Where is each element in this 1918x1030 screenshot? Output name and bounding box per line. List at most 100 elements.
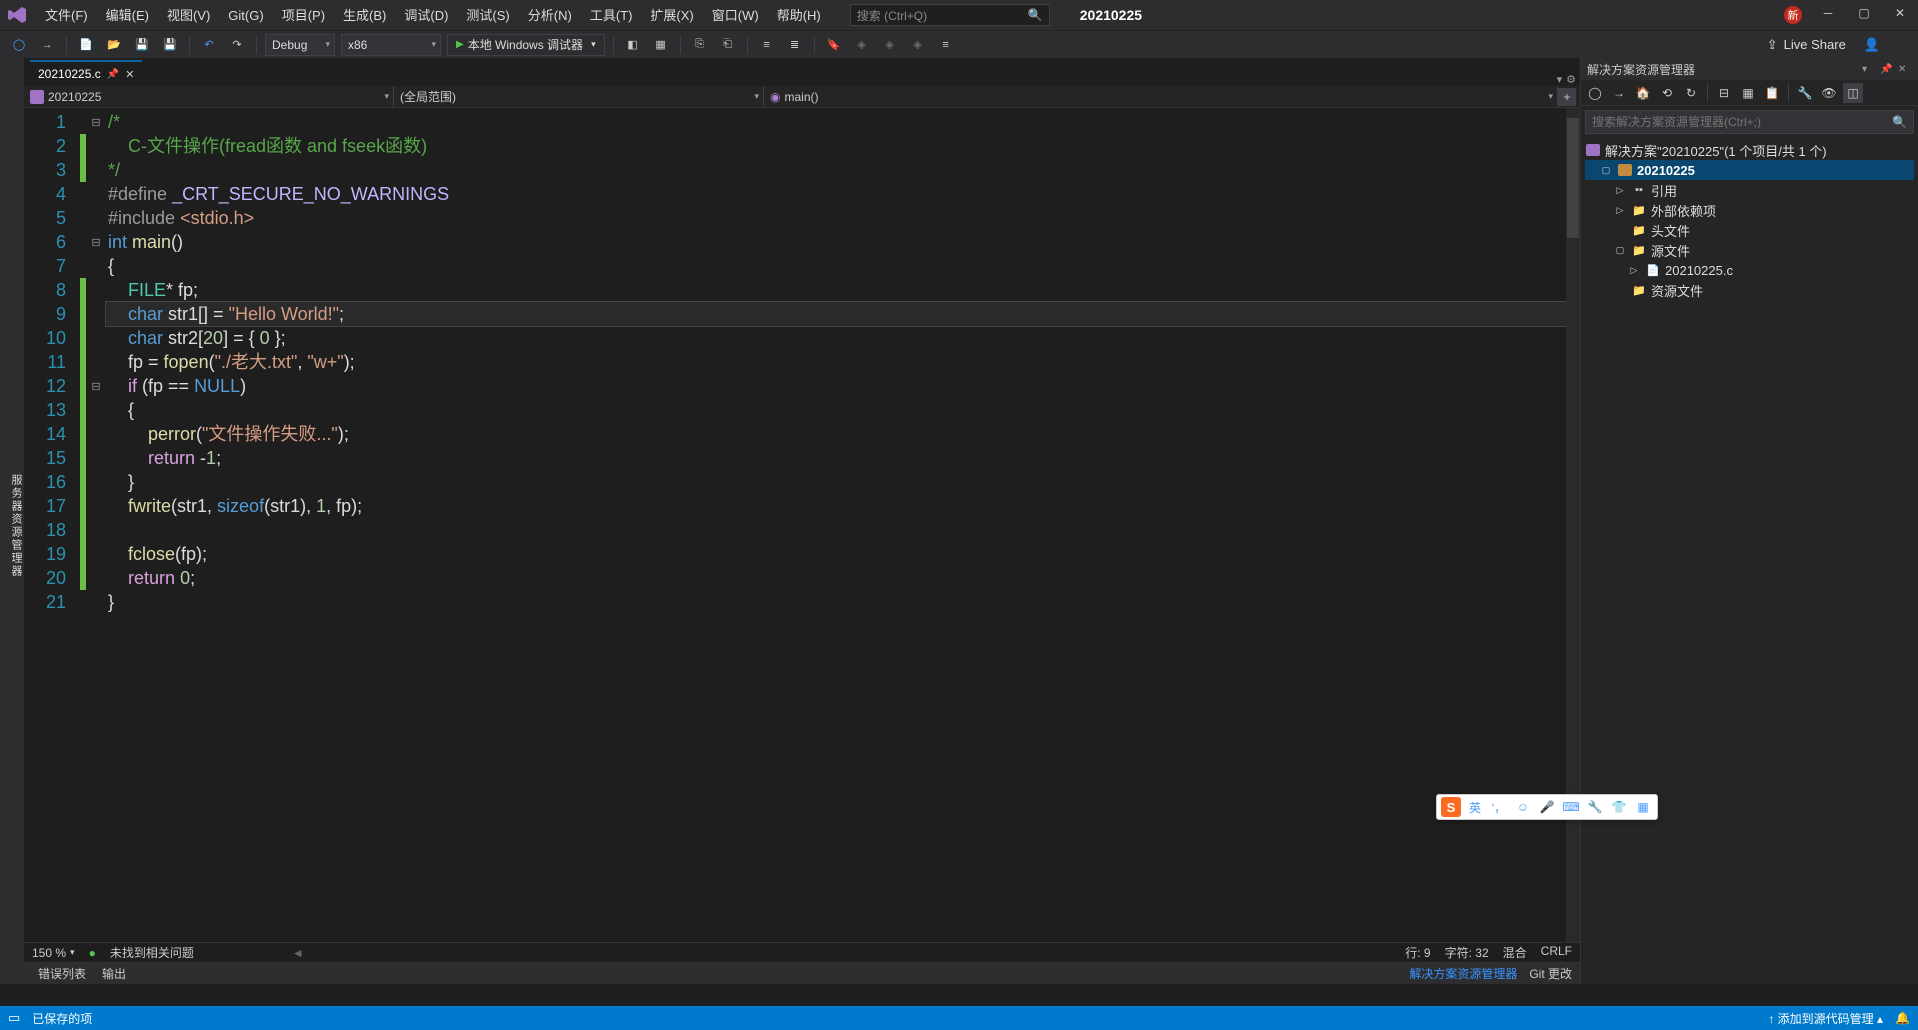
menu-工具t[interactable]: 工具(T) — [581, 4, 642, 27]
platform-dropdown[interactable]: x86 — [341, 34, 441, 56]
tree-refs[interactable]: ▷▪▪引用 — [1585, 180, 1914, 200]
menu-扩展x[interactable]: 扩展(X) — [641, 4, 702, 27]
search-box[interactable]: 搜索 (Ctrl+Q) 🔍 — [850, 4, 1050, 26]
nav-fwd-button[interactable]: → — [36, 34, 58, 56]
menu-帮助h[interactable]: 帮助(H) — [768, 4, 830, 27]
tree-sources[interactable]: ▢📁源文件 — [1585, 240, 1914, 260]
tab-errorlist[interactable]: 错误列表 — [30, 963, 94, 984]
sol-refresh-icon[interactable]: ↻ — [1681, 83, 1701, 103]
sol-back-icon[interactable]: ◯ — [1585, 83, 1605, 103]
menu-窗口w[interactable]: 窗口(W) — [703, 4, 768, 27]
ime-keyboard-icon[interactable]: ⌨ — [1561, 797, 1581, 817]
sol-collapse-icon[interactable]: ⊟ — [1714, 83, 1734, 103]
zoom-level[interactable]: 150 % ▾ — [32, 946, 75, 960]
pin-icon[interactable]: 📌 — [107, 69, 119, 80]
tool-icon-4[interactable]: ⎗ — [717, 34, 739, 56]
tree-source-file[interactable]: ▷📄20210225.c — [1585, 260, 1914, 280]
sol-copy-icon[interactable]: 📋 — [1762, 83, 1782, 103]
config-dropdown[interactable]: Debug — [265, 34, 335, 56]
close-button[interactable]: ✕ — [1890, 6, 1910, 24]
sol-pin-icon[interactable]: 📌 — [1880, 64, 1894, 75]
status-bell-icon[interactable]: 🔔 — [1895, 1011, 1910, 1025]
ime-punct-icon[interactable]: '， — [1489, 797, 1509, 817]
bookmark-icon[interactable]: 🔖 — [823, 34, 845, 56]
sogou-logo-icon[interactable]: S — [1441, 797, 1461, 817]
tab-dropdown-icon[interactable]: ▾ — [1557, 73, 1563, 86]
ime-grid-icon[interactable]: ▦ — [1633, 797, 1653, 817]
breadcrumb-scope[interactable]: (全局范围) — [394, 86, 764, 107]
eol-mode[interactable]: CRLF — [1541, 944, 1572, 961]
minimize-button[interactable]: ─ — [1818, 6, 1838, 24]
ime-voice-icon[interactable]: 🎤 — [1537, 797, 1557, 817]
project-name: 20210225 — [1080, 7, 1142, 23]
tool-icon-1[interactable]: ◧ — [622, 34, 644, 56]
menu-视图v[interactable]: 视图(V) — [158, 4, 219, 27]
sol-fwd-icon[interactable]: → — [1609, 83, 1629, 103]
sol-close-icon[interactable]: ✕ — [1898, 64, 1912, 75]
menu-分析n[interactable]: 分析(N) — [519, 4, 581, 27]
menu-文件f[interactable]: 文件(F) — [36, 4, 97, 27]
solution-search-input[interactable] — [1592, 115, 1892, 129]
ime-lang[interactable]: 英 — [1465, 797, 1485, 817]
breadcrumb-module[interactable]: 20210225 — [24, 86, 394, 107]
split-editor-button[interactable]: + — [1558, 88, 1576, 106]
menu-调试d[interactable]: 调试(D) — [395, 4, 457, 27]
tool-icon-3[interactable]: ⎘ — [689, 34, 711, 56]
menu-gitg[interactable]: Git(G) — [219, 4, 272, 27]
tool-icon-8[interactable]: ◈ — [879, 34, 901, 56]
menu-项目p[interactable]: 项目(P) — [273, 4, 334, 27]
new-file-button[interactable]: 📄 — [75, 34, 97, 56]
ime-tool-icon[interactable]: 🔧 — [1585, 797, 1605, 817]
tab-git-changes[interactable]: Git 更改 — [1529, 965, 1572, 982]
ime-emoji-icon[interactable]: ☺ — [1513, 797, 1533, 817]
indent-mode[interactable]: 混合 — [1503, 944, 1527, 961]
tool-icon-7[interactable]: ◈ — [851, 34, 873, 56]
tab-close-icon[interactable]: ✕ — [125, 68, 134, 81]
menu-测试s[interactable]: 测试(S) — [457, 4, 518, 27]
ime-skin-icon[interactable]: 👕 — [1609, 797, 1629, 817]
tree-resources[interactable]: 📁资源文件 — [1585, 280, 1914, 300]
status-add-source[interactable]: ↑ 添加到源代码管理 ▴ — [1768, 1010, 1883, 1027]
breadcrumb-function[interactable]: ◉ main() — [764, 86, 1558, 107]
hscroll-l[interactable]: ◄ — [208, 946, 388, 960]
sol-sync-icon[interactable]: ⟲ — [1657, 83, 1677, 103]
nav-back-button[interactable]: ◯ — [8, 34, 30, 56]
redo-button[interactable]: ↷ — [226, 34, 248, 56]
solution-search[interactable]: 🔍 — [1585, 110, 1914, 134]
sol-home-icon[interactable]: 🏠 — [1633, 83, 1653, 103]
tree-headers[interactable]: 📁头文件 — [1585, 220, 1914, 240]
code-content[interactable]: /* C-文件操作(fread函数 and fseek函数)*/#define … — [106, 108, 1580, 942]
menu-生成b[interactable]: 生成(B) — [334, 4, 395, 27]
start-debug-button[interactable]: ▶ 本地 Windows 调试器 ▾ — [447, 34, 605, 56]
maximize-button[interactable]: ▢ — [1854, 6, 1874, 24]
sol-showall-icon[interactable]: ▦ — [1738, 83, 1758, 103]
ime-toolbar[interactable]: S 英 '， ☺ 🎤 ⌨ 🔧 👕 ▦ — [1436, 794, 1658, 820]
tab-output[interactable]: 输出 — [94, 963, 134, 984]
tab-settings-icon[interactable]: ⚙ — [1566, 73, 1576, 86]
liveshare-button[interactable]: ⇪ Live Share 👤 — [1767, 37, 1910, 53]
sol-view-icon[interactable]: ◫ — [1843, 83, 1863, 103]
save-all-button[interactable]: 💾 — [159, 34, 181, 56]
tree-solution-root[interactable]: 解决方案"20210225"(1 个项目/共 1 个) — [1585, 140, 1914, 160]
tool-icon-5[interactable]: ≡ — [756, 34, 778, 56]
code-editor[interactable]: 123456789101112131415161718192021 ⊟⊟⊟ /*… — [24, 108, 1580, 942]
scroll-thumb[interactable] — [1567, 118, 1579, 238]
tab-solution-explorer[interactable]: 解决方案资源管理器 — [1409, 965, 1517, 982]
open-button[interactable]: 📂 — [103, 34, 125, 56]
file-tab-active[interactable]: 20210225.c 📌 ✕ — [30, 60, 142, 86]
tree-project[interactable]: ▢ 20210225 — [1585, 160, 1914, 180]
undo-button[interactable]: ↶ — [198, 34, 220, 56]
sol-prop-icon[interactable]: 🔧 — [1795, 83, 1815, 103]
sol-dropdown-icon[interactable]: ▾ — [1862, 64, 1876, 75]
menu-编辑e[interactable]: 编辑(E) — [97, 4, 158, 27]
tool-icon-9[interactable]: ◈ — [907, 34, 929, 56]
tool-icon-6[interactable]: ≣ — [784, 34, 806, 56]
tool-icon-10[interactable]: ≡ — [935, 34, 957, 56]
solution-explorer: 解决方案资源管理器 ▾ 📌 ✕ ◯ → 🏠 ⟲ ↻ ⊟ ▦ 📋 🔧 👁 ◫ 🔍 — [1580, 58, 1918, 984]
tree-ext-deps[interactable]: ▷📁外部依赖项 — [1585, 200, 1914, 220]
save-button[interactable]: 💾 — [131, 34, 153, 56]
new-badge[interactable]: 新 — [1784, 6, 1802, 24]
tool-icon-2[interactable]: ▦ — [650, 34, 672, 56]
sol-preview-icon[interactable]: 👁 — [1819, 83, 1839, 103]
left-toolbox-tab[interactable]: 服务器资源管理器 — [0, 58, 24, 984]
